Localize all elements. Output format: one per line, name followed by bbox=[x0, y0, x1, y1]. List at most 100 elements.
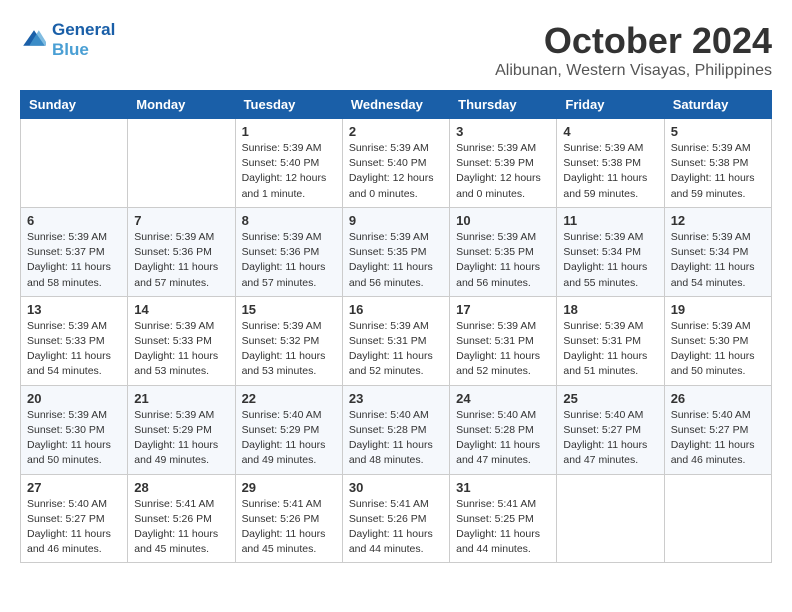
day-number: 29 bbox=[242, 480, 336, 495]
day-number: 15 bbox=[242, 302, 336, 317]
day-number: 28 bbox=[134, 480, 228, 495]
day-info: Sunrise: 5:39 AMSunset: 5:39 PMDaylight:… bbox=[456, 141, 550, 202]
day-number: 20 bbox=[27, 391, 121, 406]
day-number: 14 bbox=[134, 302, 228, 317]
day-info: Sunrise: 5:39 AMSunset: 5:35 PMDaylight:… bbox=[349, 230, 443, 291]
calendar-cell: 4 Sunrise: 5:39 AMSunset: 5:38 PMDaylight… bbox=[557, 119, 664, 208]
calendar-cell: 24 Sunrise: 5:40 AMSunset: 5:28 PMDayligh… bbox=[450, 385, 557, 474]
day-info: Sunrise: 5:40 AMSunset: 5:28 PMDaylight:… bbox=[456, 408, 550, 469]
day-info: Sunrise: 5:39 AMSunset: 5:33 PMDaylight:… bbox=[134, 319, 228, 380]
month-title: October 2024 bbox=[495, 20, 772, 62]
calendar-cell: 11 Sunrise: 5:39 AMSunset: 5:34 PMDayligh… bbox=[557, 207, 664, 296]
calendar-cell: 5 Sunrise: 5:39 AMSunset: 5:38 PMDaylight… bbox=[664, 119, 771, 208]
day-number: 10 bbox=[456, 213, 550, 228]
calendar-cell bbox=[557, 474, 664, 563]
calendar-cell bbox=[128, 119, 235, 208]
title-area: October 2024 Alibunan, Western Visayas, … bbox=[495, 20, 772, 80]
weekday-header: Monday bbox=[128, 91, 235, 119]
day-number: 26 bbox=[671, 391, 765, 406]
calendar-cell: 6 Sunrise: 5:39 AMSunset: 5:37 PMDaylight… bbox=[21, 207, 128, 296]
day-info: Sunrise: 5:41 AMSunset: 5:26 PMDaylight:… bbox=[349, 497, 443, 558]
calendar-week-row: 1 Sunrise: 5:39 AMSunset: 5:40 PMDaylight… bbox=[21, 119, 772, 208]
calendar-cell: 13 Sunrise: 5:39 AMSunset: 5:33 PMDayligh… bbox=[21, 296, 128, 385]
day-info: Sunrise: 5:40 AMSunset: 5:27 PMDaylight:… bbox=[27, 497, 121, 558]
day-number: 12 bbox=[671, 213, 765, 228]
calendar-cell: 30Sunrise: 5:41 AMSunset: 5:26 PMDayligh… bbox=[342, 474, 449, 563]
weekday-header: Friday bbox=[557, 91, 664, 119]
day-info: Sunrise: 5:39 AMSunset: 5:33 PMDaylight:… bbox=[27, 319, 121, 380]
day-info: Sunrise: 5:41 AMSunset: 5:26 PMDaylight:… bbox=[134, 497, 228, 558]
day-info: Sunrise: 5:39 AMSunset: 5:36 PMDaylight:… bbox=[242, 230, 336, 291]
weekday-header: Wednesday bbox=[342, 91, 449, 119]
day-info: Sunrise: 5:39 AMSunset: 5:37 PMDaylight:… bbox=[27, 230, 121, 291]
weekday-header: Sunday bbox=[21, 91, 128, 119]
day-number: 25 bbox=[563, 391, 657, 406]
day-info: Sunrise: 5:39 AMSunset: 5:31 PMDaylight:… bbox=[456, 319, 550, 380]
day-number: 6 bbox=[27, 213, 121, 228]
calendar-cell: 8 Sunrise: 5:39 AMSunset: 5:36 PMDaylight… bbox=[235, 207, 342, 296]
calendar-cell: 14 Sunrise: 5:39 AMSunset: 5:33 PMDayligh… bbox=[128, 296, 235, 385]
calendar-week-row: 6 Sunrise: 5:39 AMSunset: 5:37 PMDaylight… bbox=[21, 207, 772, 296]
day-number: 2 bbox=[349, 124, 443, 139]
day-info: Sunrise: 5:39 AMSunset: 5:40 PMDaylight:… bbox=[242, 141, 336, 202]
calendar-cell: 2 Sunrise: 5:39 AMSunset: 5:40 PMDaylight… bbox=[342, 119, 449, 208]
day-info: Sunrise: 5:39 AMSunset: 5:40 PMDaylight:… bbox=[349, 141, 443, 202]
calendar-cell: 21 Sunrise: 5:39 AMSunset: 5:29 PMDayligh… bbox=[128, 385, 235, 474]
calendar-cell: 7 Sunrise: 5:39 AMSunset: 5:36 PMDaylight… bbox=[128, 207, 235, 296]
day-info: Sunrise: 5:39 AMSunset: 5:30 PMDaylight:… bbox=[671, 319, 765, 380]
day-number: 7 bbox=[134, 213, 228, 228]
calendar-cell: 15 Sunrise: 5:39 AMSunset: 5:32 PMDayligh… bbox=[235, 296, 342, 385]
day-info: Sunrise: 5:39 AMSunset: 5:30 PMDaylight:… bbox=[27, 408, 121, 469]
location-title: Alibunan, Western Visayas, Philippines bbox=[495, 62, 772, 80]
calendar-cell: 1 Sunrise: 5:39 AMSunset: 5:40 PMDaylight… bbox=[235, 119, 342, 208]
calendar-cell: 16 Sunrise: 5:39 AMSunset: 5:31 PMDayligh… bbox=[342, 296, 449, 385]
weekday-header: Thursday bbox=[450, 91, 557, 119]
day-number: 5 bbox=[671, 124, 765, 139]
day-info: Sunrise: 5:41 AMSunset: 5:25 PMDaylight:… bbox=[456, 497, 550, 558]
calendar-week-row: 13 Sunrise: 5:39 AMSunset: 5:33 PMDayligh… bbox=[21, 296, 772, 385]
day-number: 31 bbox=[456, 480, 550, 495]
day-number: 27 bbox=[27, 480, 121, 495]
calendar-cell: 31 Sunrise: 5:41 AMSunset: 5:25 PMDayligh… bbox=[450, 474, 557, 563]
day-number: 16 bbox=[349, 302, 443, 317]
day-number: 9 bbox=[349, 213, 443, 228]
page-header: General Blue October 2024 Alibunan, West… bbox=[20, 20, 772, 80]
logo-icon bbox=[22, 26, 46, 50]
day-info: Sunrise: 5:39 AMSunset: 5:32 PMDaylight:… bbox=[242, 319, 336, 380]
calendar-cell: 25 Sunrise: 5:40 AMSunset: 5:27 PMDayligh… bbox=[557, 385, 664, 474]
day-number: 11 bbox=[563, 213, 657, 228]
day-info: Sunrise: 5:40 AMSunset: 5:29 PMDaylight:… bbox=[242, 408, 336, 469]
day-info: Sunrise: 5:39 AMSunset: 5:38 PMDaylight:… bbox=[671, 141, 765, 202]
day-number: 8 bbox=[242, 213, 336, 228]
day-info: Sunrise: 5:39 AMSunset: 5:31 PMDaylight:… bbox=[349, 319, 443, 380]
calendar-cell bbox=[664, 474, 771, 563]
day-info: Sunrise: 5:39 AMSunset: 5:29 PMDaylight:… bbox=[134, 408, 228, 469]
day-number: 3 bbox=[456, 124, 550, 139]
calendar-week-row: 27 Sunrise: 5:40 AMSunset: 5:27 PMDayligh… bbox=[21, 474, 772, 563]
day-number: 21 bbox=[134, 391, 228, 406]
weekday-header: Tuesday bbox=[235, 91, 342, 119]
day-number: 17 bbox=[456, 302, 550, 317]
day-info: Sunrise: 5:40 AMSunset: 5:27 PMDaylight:… bbox=[671, 408, 765, 469]
day-info: Sunrise: 5:39 AMSunset: 5:38 PMDaylight:… bbox=[563, 141, 657, 202]
day-info: Sunrise: 5:39 AMSunset: 5:36 PMDaylight:… bbox=[134, 230, 228, 291]
logo-line2: Blue bbox=[52, 40, 115, 60]
day-info: Sunrise: 5:39 AMSunset: 5:31 PMDaylight:… bbox=[563, 319, 657, 380]
day-info: Sunrise: 5:40 AMSunset: 5:27 PMDaylight:… bbox=[563, 408, 657, 469]
calendar-cell: 29 Sunrise: 5:41 AMSunset: 5:26 PMDayligh… bbox=[235, 474, 342, 563]
calendar-cell: 20 Sunrise: 5:39 AMSunset: 5:30 PMDayligh… bbox=[21, 385, 128, 474]
day-info: Sunrise: 5:41 AMSunset: 5:26 PMDaylight:… bbox=[242, 497, 336, 558]
day-number: 24 bbox=[456, 391, 550, 406]
day-number: 13 bbox=[27, 302, 121, 317]
calendar-week-row: 20 Sunrise: 5:39 AMSunset: 5:30 PMDayligh… bbox=[21, 385, 772, 474]
logo: General Blue bbox=[20, 20, 115, 60]
calendar-cell bbox=[21, 119, 128, 208]
calendar-cell: 12Sunrise: 5:39 AMSunset: 5:34 PMDayligh… bbox=[664, 207, 771, 296]
day-number: 19 bbox=[671, 302, 765, 317]
day-info: Sunrise: 5:39 AMSunset: 5:34 PMDaylight:… bbox=[563, 230, 657, 291]
day-number: 1 bbox=[242, 124, 336, 139]
day-number: 18 bbox=[563, 302, 657, 317]
calendar-cell: 3 Sunrise: 5:39 AMSunset: 5:39 PMDaylight… bbox=[450, 119, 557, 208]
calendar-cell: 9 Sunrise: 5:39 AMSunset: 5:35 PMDaylight… bbox=[342, 207, 449, 296]
day-number: 4 bbox=[563, 124, 657, 139]
